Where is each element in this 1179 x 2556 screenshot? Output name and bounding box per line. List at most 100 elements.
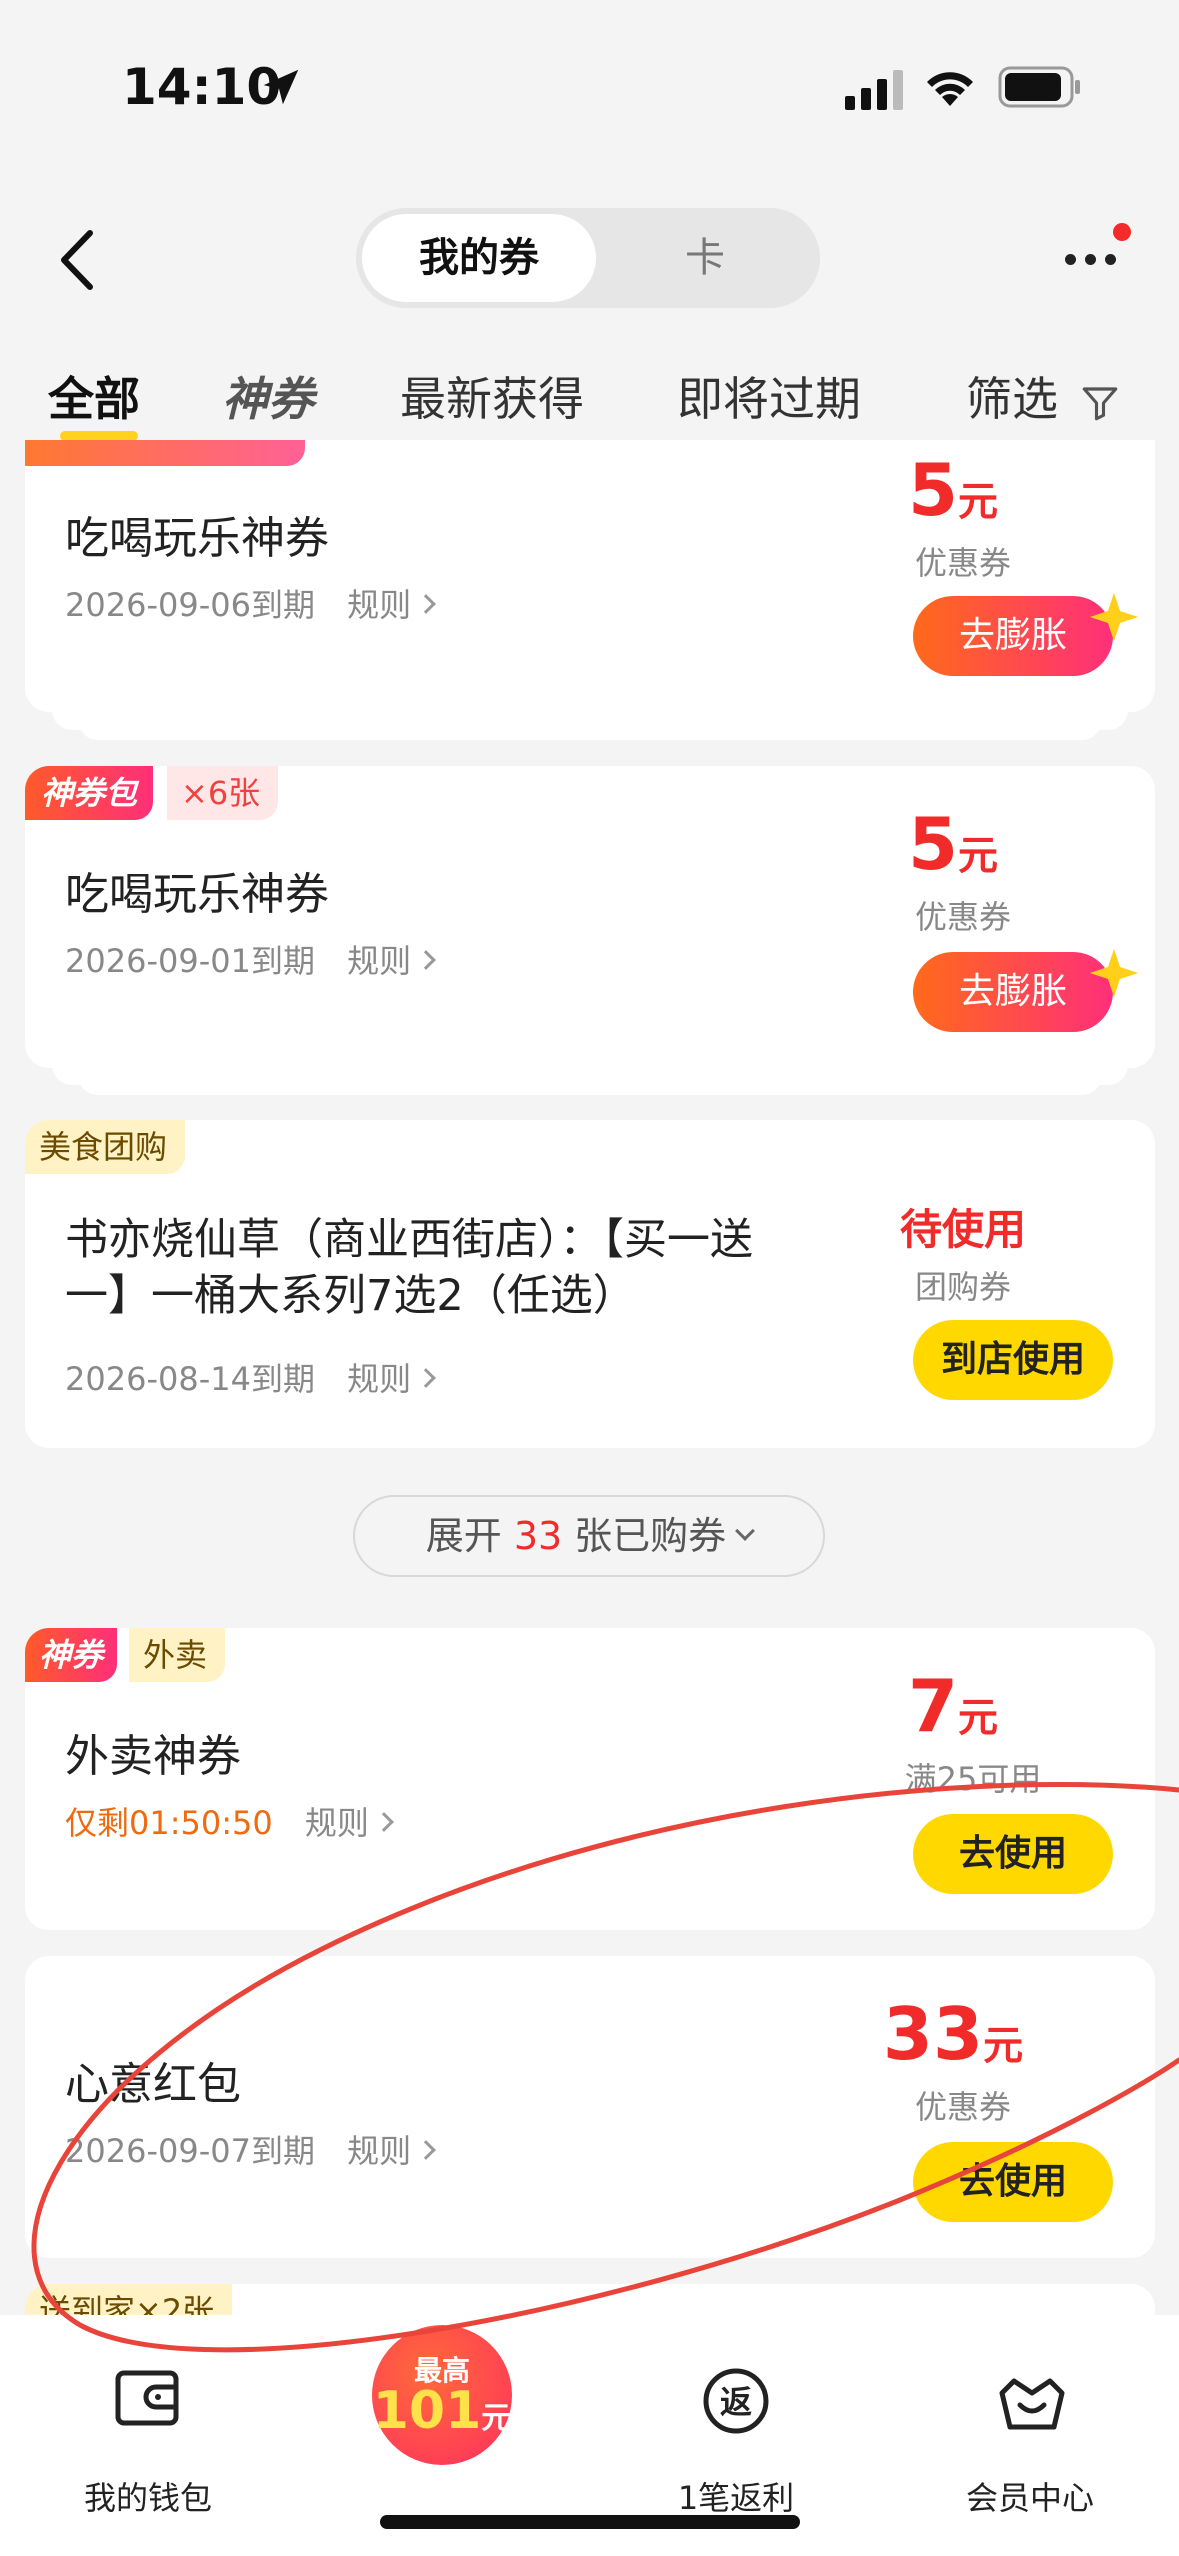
wifi-icon xyxy=(927,72,973,106)
category-badge: 美食团购 xyxy=(25,1120,186,1174)
use-coupon-button[interactable]: 去使用 xyxy=(913,1814,1113,1894)
coupon-card[interactable]: 神券 外卖 外卖神券 仅剩01:50:50 规则 7元 满25可用 去使用 xyxy=(25,1628,1155,1930)
dot-icon xyxy=(1105,254,1116,265)
rule-label: 规则 xyxy=(304,1804,369,1842)
coupon-amount: 5元 xyxy=(843,448,1063,532)
coupon-title: 心意红包 xyxy=(65,2059,241,2110)
coupon-type: 优惠券 xyxy=(914,2088,1011,2126)
coupon-title: 书亦烧仙草（商业西街店）：【买一送 一】一桶大系列7选2（任选） xyxy=(65,1212,753,1324)
chevron-right-icon xyxy=(416,594,437,614)
amount-unit: 元 xyxy=(958,1695,999,1741)
location-arrow-icon xyxy=(263,69,299,105)
chevron-down-icon xyxy=(735,1520,756,1541)
nav-label: 会员中心 xyxy=(965,2479,1094,2517)
coupon-expiry: 2026-09-07到期 xyxy=(65,2132,315,2170)
coupon-count-badge: ×6张 xyxy=(167,766,279,820)
coupon-type: 团购券 xyxy=(914,1268,1011,1306)
coupon-title: 吃喝玩乐神券 xyxy=(65,513,329,564)
inflate-button[interactable]: 去膨胀 xyxy=(913,596,1113,676)
coupon-type: 优惠券 xyxy=(914,898,1011,936)
amount-unit: 元 xyxy=(958,833,999,879)
home-indicator xyxy=(380,2515,800,2529)
coupon-rule-link[interactable]: 规则 xyxy=(347,1360,437,1398)
amount-unit: 元 xyxy=(983,2023,1024,2069)
rebate-icon: 返 xyxy=(703,2368,769,2434)
amount-value: 5 xyxy=(907,448,959,532)
expand-purchased-coupons-button[interactable]: 展开 33 张已购券 xyxy=(353,1495,825,1577)
rule-label: 规则 xyxy=(347,2132,412,2170)
tab-expiring[interactable]: 即将过期 xyxy=(677,363,861,429)
max-reward-promo-button[interactable]: 最高 101元 xyxy=(372,2325,512,2465)
amount-unit: 元 xyxy=(958,479,999,525)
tab-shenquan[interactable]: 神券 xyxy=(222,363,314,429)
chevron-left-icon xyxy=(61,230,93,290)
coupon-rule-link[interactable]: 规则 xyxy=(304,1804,394,1842)
nav-label: 1笔返利 xyxy=(677,2479,795,2517)
card-badge-partial xyxy=(25,440,305,466)
notification-dot xyxy=(1113,223,1131,241)
category-badge: 外卖 xyxy=(129,1628,226,1682)
expand-prefix: 展开 xyxy=(425,1514,502,1558)
dot-icon xyxy=(1065,254,1076,265)
status-bar: 14:10 xyxy=(0,0,1179,170)
promo-amount-unit: 元 xyxy=(481,2401,512,2436)
use-coupon-button[interactable]: 去使用 xyxy=(913,2142,1113,2222)
coupon-rule-link[interactable]: 规则 xyxy=(347,942,437,980)
amount-value: 5 xyxy=(907,802,959,886)
nav-label: 我的钱包 xyxy=(83,2479,212,2517)
coupon-meta: 2026-09-06到期 规则 xyxy=(65,580,437,626)
coupon-card[interactable]: 美食团购 书亦烧仙草（商业西街店）：【买一送 一】一桶大系列7选2（任选） 20… xyxy=(25,1120,1155,1448)
coupon-threshold: 满25可用 xyxy=(904,1760,1042,1798)
segment-my-coupons[interactable]: 我的券 xyxy=(362,214,596,302)
coupon-card[interactable]: 吃喝玩乐神券 2026-09-06到期 规则 5元 优惠券 去膨胀 xyxy=(25,440,1155,712)
sparkle-star-icon xyxy=(1089,948,1139,998)
coupon-rule-link[interactable]: 规则 xyxy=(347,586,437,624)
filter-funnel-icon xyxy=(1082,386,1117,420)
coupon-title: 吃喝玩乐神券 xyxy=(65,869,329,920)
coupon-amount: 33元 xyxy=(843,1992,1063,2076)
coupon-amount: 7元 xyxy=(843,1664,1063,1748)
tab-newest[interactable]: 最新获得 xyxy=(400,363,584,429)
coupon-expiry: 2026-08-14到期 xyxy=(65,1360,315,1398)
coupon-meta: 2026-09-07到期 规则 xyxy=(65,2126,437,2172)
header: 我的券 卡 xyxy=(0,200,1179,320)
wallet-icon xyxy=(115,2370,179,2426)
promo-amount-value: 101 xyxy=(372,2381,482,2441)
filter-tabs: 全部 神券 最新获得 即将过期 筛选 xyxy=(0,345,1179,455)
coupon-type: 优惠券 xyxy=(914,544,1011,582)
chevron-right-icon xyxy=(374,1812,394,1832)
expand-count: 33 xyxy=(513,1514,563,1558)
coupon-card[interactable]: 心意红包 2026-09-07到期 规则 33元 优惠券 去使用 xyxy=(25,1956,1155,2258)
rule-label: 规则 xyxy=(347,942,412,980)
rule-label: 规则 xyxy=(347,586,412,624)
coupon-title: 外卖神券 xyxy=(65,1731,241,1782)
coupon-card[interactable]: 神券包 ×6张 吃喝玩乐神券 2026-09-01到期 规则 5元 优惠券 去膨… xyxy=(25,766,1155,1068)
coupon-pack-badge: 神券包 xyxy=(25,766,154,820)
tab-filter[interactable]: 筛选 xyxy=(966,363,1121,429)
more-menu-button[interactable] xyxy=(1065,250,1125,270)
crown-basket-icon xyxy=(999,2378,1065,2430)
battery-icon xyxy=(998,66,1080,108)
coupon-rule-link[interactable]: 规则 xyxy=(347,2132,437,2170)
coupon-meta: 仅剩01:50:50 规则 xyxy=(65,1798,394,1844)
coupon-title-line: 书亦烧仙草（商业西街店）：【买一送 xyxy=(65,1215,753,1265)
chevron-right-icon xyxy=(416,1368,437,1388)
coupon-title-line: 一】一桶大系列7选2（任选） xyxy=(65,1271,636,1321)
back-button[interactable] xyxy=(50,225,110,295)
expand-suffix: 张已购券 xyxy=(574,1514,727,1558)
segment-cards[interactable]: 卡 xyxy=(596,214,814,302)
use-in-store-button[interactable]: 到店使用 xyxy=(913,1320,1113,1400)
coupon-meta: 2026-09-01到期 规则 xyxy=(65,936,437,982)
segment-control: 我的券 卡 xyxy=(356,208,820,308)
shenquan-badge: 神券 xyxy=(25,1628,118,1682)
rebate-icon-glyph: 返 xyxy=(720,2383,752,2421)
coupon-meta: 2026-08-14到期 规则 xyxy=(65,1354,437,1400)
sparkle-star-icon xyxy=(1089,592,1139,642)
chevron-right-icon xyxy=(416,2140,437,2160)
coupon-expiry: 2026-09-06到期 xyxy=(65,586,315,624)
tab-all[interactable]: 全部 xyxy=(48,363,140,429)
promo-amount: 101元 xyxy=(372,2381,512,2441)
chevron-right-icon xyxy=(416,950,437,970)
inflate-button[interactable]: 去膨胀 xyxy=(913,952,1113,1032)
amount-value: 7 xyxy=(907,1664,959,1748)
